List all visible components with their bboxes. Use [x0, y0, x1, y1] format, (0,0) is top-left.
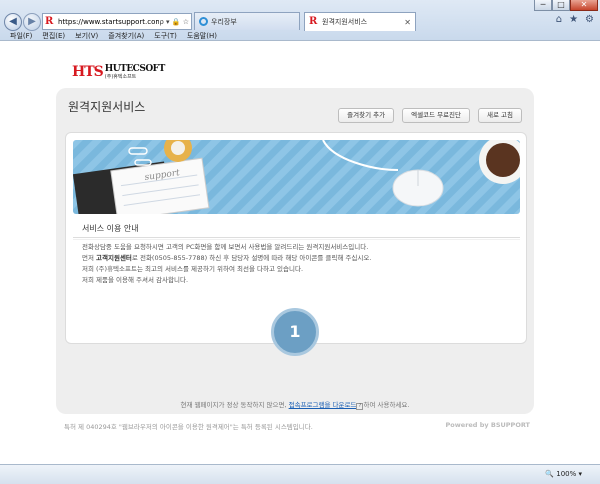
- logo-name: HUTECSOFT: [104, 64, 166, 74]
- menu-edit[interactable]: 편집(E): [42, 31, 65, 41]
- settings-gear-icon[interactable]: ⚙: [585, 14, 594, 25]
- notice-line: 전화상담중 도움을 요청하시면 고객의 PC화면을 함께 보면서 사용법을 알려…: [82, 243, 369, 251]
- support-center-label: 고객지원센터: [96, 254, 132, 262]
- ie-logo-icon: [199, 17, 208, 26]
- notice-line: 먼저 고객지원센터로 전화(0505-855-7788) 하신 후 담당자 설명…: [82, 254, 372, 262]
- menu-view[interactable]: 보기(V): [75, 31, 98, 41]
- session-agent-button[interactable]: 1: [271, 308, 319, 356]
- support-banner-image: support: [73, 140, 520, 214]
- patent-notice: 특허 제 040294호 "웹브라우저의 아이콘을 이용한 원격제어"는 특허 …: [64, 423, 313, 431]
- notice-line: 저희 제품을 이용해 주셔서 감사합니다.: [82, 276, 189, 284]
- powered-by: Powered by BSUPPORT: [445, 421, 530, 429]
- divider: [73, 237, 520, 238]
- web-page: HTS HUTECSOFT (주)휴텍소프트 원격지원서비스 즐겨찾기 추가 엑…: [0, 41, 600, 464]
- logo-subtitle: (주)휴텍소프트: [104, 74, 137, 80]
- download-program-link[interactable]: 접속프로그램을 다운로드: [289, 401, 357, 409]
- notice-title: 서비스 이용 안내: [82, 224, 139, 233]
- browser-chrome: ─ □ ✕ ◀ ▶ R https://www.startsupport.com…: [0, 0, 600, 41]
- address-bar-icons[interactable]: ρ ▾ 🔒 ☆: [159, 18, 189, 26]
- zoom-level[interactable]: 🔍 100% ▾: [545, 470, 582, 478]
- back-arrow-icon[interactable]: ◀: [4, 13, 22, 31]
- tab-label: 원격지원서비스: [322, 18, 368, 26]
- status-bar: 🔍 100% ▾: [0, 464, 600, 484]
- address-url[interactable]: https://www.startsupport.com: [58, 18, 159, 26]
- menu-help[interactable]: 도움말(H): [187, 31, 217, 41]
- minimize-button[interactable]: ─: [534, 0, 552, 11]
- home-icon[interactable]: ⌂: [556, 14, 562, 25]
- free-diagnosis-button[interactable]: 엑셀코드 무료진단: [402, 108, 470, 123]
- tab-label: 우리장부: [211, 17, 237, 26]
- close-window-button[interactable]: ✕: [570, 0, 598, 11]
- forward-arrow-icon[interactable]: ▶: [23, 13, 41, 31]
- action-buttons: 즐겨찾기 추가 엑셀코드 무료진단 새로 고침: [338, 108, 522, 123]
- tab-woorijangbu[interactable]: 우리장부: [194, 12, 300, 30]
- add-favorite-button[interactable]: 즐겨찾기 추가: [338, 108, 395, 123]
- page-title: 원격지원서비스: [68, 100, 146, 114]
- menu-bar: 파일(F) 편집(E) 보기(V) 즐겨찾기(A) 도구(T) 도움말(H): [0, 31, 600, 41]
- hutecsoft-logo: HTS HUTECSOFT (주)휴텍소프트: [72, 64, 166, 81]
- download-notice: 현재 웹페이지가 정상 동작하지 않으면, 접속프로그램을 다운로드? 하여 사용…: [180, 401, 410, 410]
- divider: [73, 239, 520, 240]
- menu-favorites[interactable]: 즐겨찾기(A): [108, 31, 144, 41]
- tab-remote-support[interactable]: R 원격지원서비스 ✕: [304, 12, 416, 31]
- notice-line: 저희 (주)휴텍소프트는 최고의 서비스를 제공하기 위하여 최선을 다하고 있…: [82, 265, 304, 273]
- site-favicon-icon: R: [309, 16, 318, 27]
- window-buttons: ─ □ ✕: [534, 0, 598, 11]
- menu-tools[interactable]: 도구(T): [154, 31, 177, 41]
- main-panel: 원격지원서비스 즐겨찾기 추가 엑셀코드 무료진단 새로 고침 support …: [56, 88, 534, 414]
- menu-file[interactable]: 파일(F): [10, 31, 32, 41]
- tab-close-icon[interactable]: ✕: [404, 18, 411, 27]
- favorites-star-icon[interactable]: ★: [569, 14, 578, 25]
- toolbar-icons: ⌂ ★ ⚙: [556, 14, 594, 25]
- maximize-button[interactable]: □: [552, 0, 570, 11]
- refresh-button[interactable]: 새로 고침: [478, 108, 522, 123]
- address-bar[interactable]: R https://www.startsupport.com ρ ▾ 🔒 ☆: [42, 13, 192, 30]
- notice-text: 전화상담중 도움을 요청하시면 고객의 PC화면을 함께 보면서 사용법을 알려…: [82, 242, 512, 286]
- logo-mark: HTS: [72, 64, 104, 80]
- site-favicon-icon: R: [45, 15, 54, 27]
